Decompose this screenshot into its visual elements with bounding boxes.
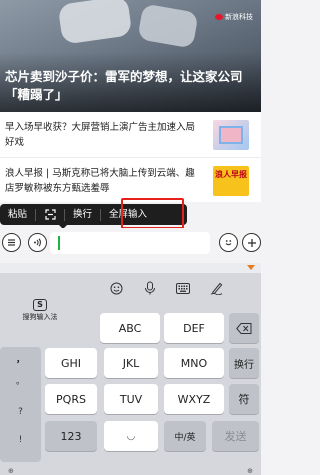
news-item[interactable]: 早入场早收获？大屏营销上演广告主加速入局好戏 (0, 112, 261, 158)
news-thumbnail[interactable] (213, 120, 249, 150)
news-thumbnail[interactable]: 浪人早报 (213, 166, 249, 196)
comment-input-bar (0, 228, 261, 258)
keyboard-icon[interactable] (174, 279, 192, 297)
text-caret (58, 236, 60, 250)
hero-image-object (137, 3, 199, 49)
language-switch-key[interactable]: 中/英 (164, 421, 206, 451)
sogou-brand[interactable]: S 搜狗输入法 (0, 299, 80, 321)
news-list: 早入场早收获？大屏营销上演广告主加速入局好戏 浪人早报 | 马斯克称已将大脑上传… (0, 112, 261, 202)
sina-logo-icon (215, 14, 223, 20)
backspace-icon (236, 322, 252, 334)
key-abc[interactable]: ABC (100, 313, 160, 343)
thumbnail-label: 浪人早报 (215, 170, 247, 179)
voice-icon[interactable] (28, 233, 47, 252)
key-mno[interactable]: MNO (164, 348, 224, 378)
news-item-title[interactable]: 早入场早收获？大屏营销上演广告主加速入局好戏 (5, 120, 200, 150)
key-tuv[interactable]: TUV (104, 384, 158, 414)
punctuation-period[interactable]: 。 (0, 374, 41, 387)
space-icon: ◡ (126, 430, 136, 442)
emoji-icon[interactable] (219, 233, 238, 252)
space-key[interactable]: ◡ (104, 421, 158, 451)
handwriting-icon[interactable] (208, 279, 226, 297)
newline-menu-item[interactable]: 换行 (65, 204, 100, 225)
scan-icon[interactable] (36, 204, 64, 225)
microphone-icon[interactable] (141, 279, 159, 297)
symbols-key[interactable]: 符 (229, 384, 259, 414)
punctuation-exclamation[interactable]: ! (0, 435, 41, 445)
key-def[interactable]: DEF (164, 313, 224, 343)
keyboard-top-strip (0, 263, 261, 273)
numbers-key[interactable]: 123 (45, 421, 97, 451)
keyboard-toolbar (0, 277, 261, 299)
paste-menu-item[interactable]: 粘贴 (0, 204, 35, 225)
newline-key[interactable]: 换行 (229, 348, 259, 378)
key-wxyz[interactable]: WXYZ (164, 384, 224, 414)
globe-icon[interactable]: ⊕ (8, 467, 14, 475)
key-jkl[interactable]: JKL (104, 348, 158, 378)
menu-icon[interactable] (2, 233, 21, 252)
comment-input[interactable] (50, 232, 210, 254)
emoji-icon[interactable] (107, 279, 125, 297)
backspace-key[interactable] (229, 313, 259, 343)
hero-image-object (57, 0, 133, 45)
punctuation-question[interactable]: ? (0, 407, 41, 417)
punctuation-panel[interactable]: ， 。 ? ! (0, 347, 41, 462)
featured-news-title[interactable]: 芯片卖到沙子价：雷军的梦想，让这家公司「糟蹋了」 (5, 68, 255, 104)
highlight-box (121, 198, 184, 229)
sogou-brand-label: 搜狗输入法 (22, 313, 58, 321)
news-item-title[interactable]: 浪人早报 | 马斯克称已将大脑上传到云端、趣店罗敏称被东方甄选羞辱 (5, 166, 200, 196)
featured-news-card[interactable]: 新浪科技 芯片卖到沙子价：雷军的梦想，让这家公司「糟蹋了」 (0, 0, 261, 112)
dictation-icon[interactable]: ⊕ (247, 467, 253, 475)
send-key[interactable]: 发送 (212, 421, 259, 451)
sogou-logo-icon: S (33, 299, 47, 311)
plus-icon[interactable] (242, 233, 261, 252)
collapse-keyboard-icon[interactable] (247, 265, 255, 270)
key-ghi[interactable]: GHI (45, 348, 97, 378)
punctuation-comma[interactable]: ， (0, 352, 41, 365)
key-pqrs[interactable]: PQRS (45, 384, 97, 414)
news-source: 新浪科技 (215, 12, 253, 22)
keyboard-bottom-bar: ⊕ ⊕ (0, 467, 261, 475)
news-source-label: 新浪科技 (225, 13, 253, 21)
